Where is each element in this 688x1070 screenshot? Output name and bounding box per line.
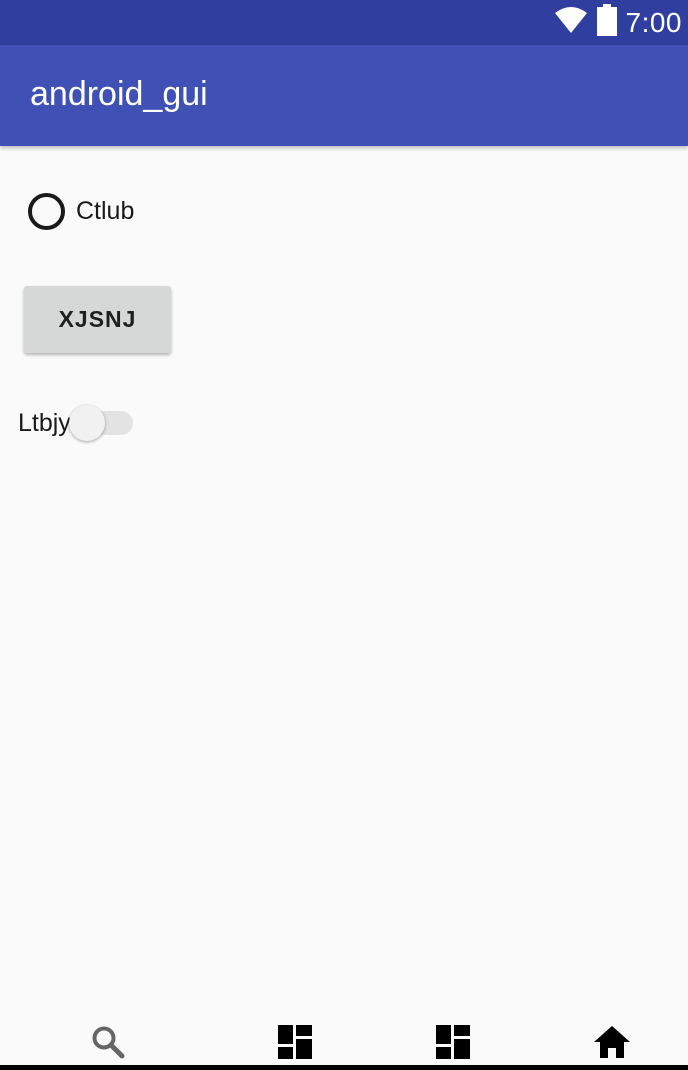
xjsnj-button[interactable]: XJSNJ <box>24 286 171 353</box>
wifi-icon <box>554 6 588 39</box>
nav-item-dashboard-1[interactable] <box>273 1024 317 1064</box>
nav-item-search[interactable] <box>86 1024 130 1064</box>
bottom-edge <box>0 1065 688 1070</box>
radio-label: Ctlub <box>76 196 135 225</box>
app-title: android_gui <box>30 75 208 113</box>
switch-label: Ltbjy <box>18 408 71 437</box>
app-screen: 7:00 android_gui Ctlub XJSNJ Ltbjy <box>0 0 688 1070</box>
switch-row-ltbjy[interactable]: Ltbjy <box>18 403 135 443</box>
status-bar: 7:00 <box>0 0 688 45</box>
toggle-switch[interactable] <box>68 403 135 443</box>
status-icons: 7:00 <box>554 0 683 45</box>
app-bar: android_gui <box>0 45 688 146</box>
search-icon <box>90 1024 126 1065</box>
battery-icon <box>596 4 618 41</box>
nav-item-home[interactable] <box>590 1024 634 1064</box>
nav-item-dashboard-2[interactable] <box>431 1024 475 1064</box>
home-icon <box>593 1025 631 1064</box>
dashboard-icon <box>436 1024 470 1064</box>
dashboard-icon <box>278 1024 312 1064</box>
status-time: 7:00 <box>625 6 682 38</box>
radio-circle[interactable] <box>28 192 65 230</box>
bottom-navigation <box>0 1010 688 1070</box>
radio-button-ctlub[interactable]: Ctlub <box>28 192 134 230</box>
switch-thumb[interactable] <box>68 405 105 441</box>
